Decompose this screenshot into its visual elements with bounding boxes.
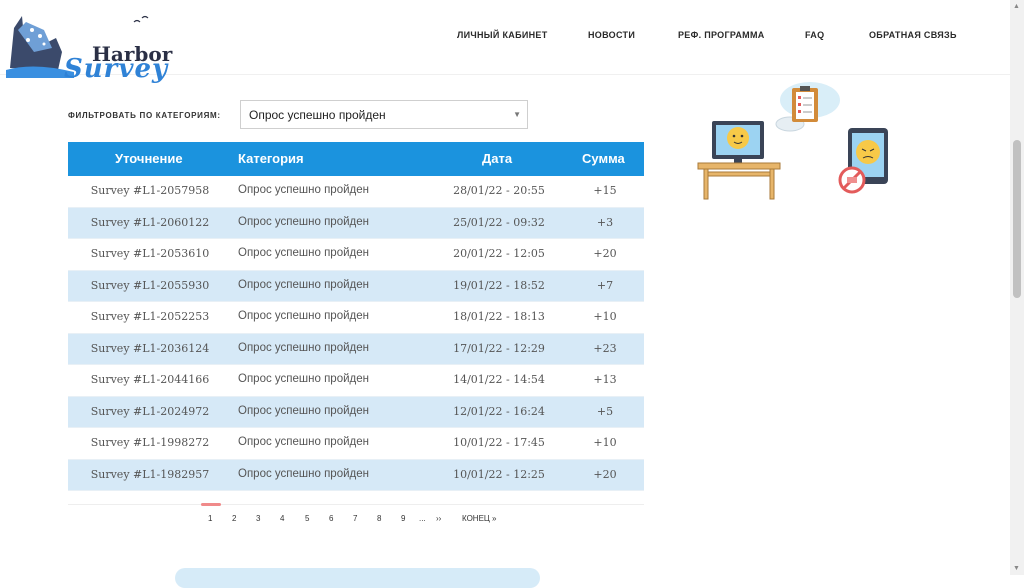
survey-id: Survey #L1-1998272: [90, 436, 210, 449]
category-select-value: Опрос успешно пройден: [249, 108, 386, 122]
survey-id: Survey #L1-2060122: [90, 215, 210, 229]
table-row: Survey #L1-1982957 Опрос успешно пройден 1…: [68, 459, 644, 491]
row-date: 25/01/22 - 09:32: [453, 215, 545, 229]
header-sum: Сумма: [582, 151, 625, 166]
row-sum: +3: [596, 215, 614, 229]
row-sum: +5: [596, 404, 614, 418]
table-row: Survey #L1-2057958 Опрос успешно пройден 2…: [68, 176, 644, 208]
row-category: Опрос успешно пройден: [238, 184, 369, 196]
nav-faq[interactable]: FAQ: [805, 30, 824, 40]
chevron-down-icon: ▼: [513, 110, 521, 119]
row-sum: +10: [593, 310, 617, 323]
page-link-7[interactable]: 7: [353, 514, 357, 523]
survey-id: Survey #L1-2052253: [90, 310, 210, 323]
bottom-banner: [175, 568, 540, 588]
survey-id: Survey #L1-2057958: [90, 184, 210, 197]
row-date: 20/01/22 - 12:05: [453, 247, 545, 260]
scroll-thumb[interactable]: [1013, 140, 1021, 298]
survey-id: Survey #L1-2044166: [90, 373, 210, 386]
site-header: Harbor Survey ЛИЧНЫЙ КАБИНЕТ НОВОСТИ РЕФ…: [0, 0, 1010, 84]
row-date: 19/01/22 - 18:52: [453, 278, 545, 292]
table-divider: [68, 504, 644, 505]
next-page-link[interactable]: ››: [436, 514, 441, 523]
row-category: Опрос успешно пройден: [238, 247, 369, 259]
page-link-2[interactable]: 2: [232, 514, 236, 523]
main-nav: ЛИЧНЫЙ КАБИНЕТ НОВОСТИ РЕФ. ПРОГРАММА FA…: [0, 30, 1010, 44]
survey-id: Survey #L1-2053610: [90, 247, 210, 260]
last-page-link[interactable]: КОНЕЦ »: [462, 514, 497, 523]
row-category: Опрос успешно пройден: [238, 278, 369, 291]
row-sum: +7: [596, 278, 614, 292]
page-scrollbar[interactable]: ▲ ▼: [1010, 0, 1024, 575]
page-ellipsis: ...: [419, 514, 426, 523]
logo-text-survey: Survey: [64, 54, 169, 84]
table-row: Survey #L1-2060122 Опрос успешно пройден 2…: [68, 207, 644, 239]
current-page-marker: [201, 503, 221, 506]
survey-id: Survey #L1-2024972: [90, 404, 210, 418]
row-category: Опрос успешно пройден: [238, 467, 369, 480]
header-category: Категория: [238, 151, 304, 166]
row-category: Опрос успешно пройден: [238, 310, 369, 322]
table-row: Survey #L1-2044166 Опрос успешно пройден 1…: [68, 365, 644, 397]
row-date: 17/01/22 - 12:29: [453, 341, 545, 355]
row-sum: +23: [593, 341, 617, 355]
row-date: 10/01/22 - 12:25: [453, 467, 545, 481]
row-category: Опрос успешно пройден: [238, 404, 369, 417]
row-date: 14/01/22 - 14:54: [453, 373, 545, 386]
survey-illustration: [697, 82, 888, 200]
filter-label: ФИЛЬТРОВАТЬ ПО КАТЕГОРИЯМ:: [68, 111, 221, 120]
table-row: Survey #L1-2055930 Опрос успешно пройден 1…: [68, 270, 644, 302]
table-header: Уточнение Категория Дата Сумма: [68, 142, 644, 176]
row-category: Опрос успешно пройден: [238, 215, 369, 228]
table-row: Survey #L1-2052253 Опрос успешно пройден 1…: [68, 302, 644, 334]
scroll-down-icon[interactable]: ▼: [1013, 565, 1020, 572]
page-link-5[interactable]: 5: [305, 514, 309, 523]
row-sum: +15: [593, 184, 617, 197]
row-category: Опрос успешно пройден: [238, 341, 369, 354]
page-link-1[interactable]: 1: [208, 514, 212, 523]
nav-referral[interactable]: РЕФ. ПРОГРАММА: [678, 30, 765, 40]
scroll-up-icon[interactable]: ▲: [1013, 3, 1020, 10]
table-row: Survey #L1-2024972 Опрос успешно пройден 1…: [68, 396, 644, 428]
table-row: Survey #L1-1998272 Опрос успешно пройден 1…: [68, 428, 644, 460]
nav-account[interactable]: ЛИЧНЫЙ КАБИНЕТ: [457, 30, 548, 40]
row-category: Опрос успешно пройден: [238, 373, 369, 385]
survey-id: Survey #L1-2036124: [90, 341, 210, 355]
row-sum: +13: [593, 373, 617, 386]
category-select[interactable]: Опрос успешно пройден ▼: [240, 100, 528, 129]
transactions-table: Уточнение Категория Дата Сумма Survey #L…: [68, 142, 644, 491]
row-date: 12/01/22 - 16:24: [453, 404, 545, 418]
table-row: Survey #L1-2036124 Опрос успешно пройден 1…: [68, 333, 644, 365]
table-row: Survey #L1-2053610 Опрос успешно пройден 2…: [68, 239, 644, 271]
nav-news[interactable]: НОВОСТИ: [588, 30, 635, 40]
page-link-4[interactable]: 4: [280, 514, 284, 523]
row-sum: +10: [593, 436, 617, 449]
page-link-6[interactable]: 6: [329, 514, 333, 523]
table-body: Survey #L1-2057958 Опрос успешно пройден 2…: [68, 176, 644, 491]
header-date: Дата: [482, 151, 513, 166]
row-category: Опрос успешно пройден: [238, 436, 369, 448]
row-date: 18/01/22 - 18:13: [453, 310, 545, 323]
nav-feedback[interactable]: ОБРАТНАЯ СВЯЗЬ: [869, 30, 957, 40]
harbor-survey-logo[interactable]: Harbor Survey: [4, 8, 172, 84]
survey-id: Survey #L1-1982957: [90, 467, 210, 481]
header-id: Уточнение: [115, 151, 183, 166]
page-link-3[interactable]: 3: [256, 514, 260, 523]
survey-id: Survey #L1-2055930: [90, 278, 210, 292]
page-link-8[interactable]: 8: [377, 514, 381, 523]
page-link-9[interactable]: 9: [401, 514, 405, 523]
row-date: 10/01/22 - 17:45: [453, 436, 545, 449]
row-date: 28/01/22 - 20:55: [453, 184, 545, 197]
row-sum: +20: [593, 247, 617, 260]
row-sum: +20: [593, 467, 617, 481]
